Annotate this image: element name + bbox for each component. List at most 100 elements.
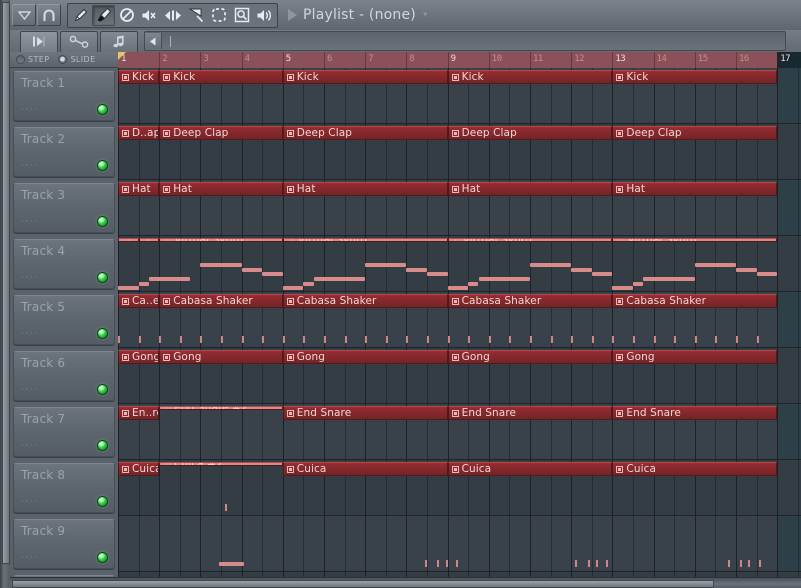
playlist-clip[interactable]: Hat xyxy=(612,182,778,196)
playlist-clip[interactable]: Kick xyxy=(447,70,613,84)
playlist-clip[interactable]: En..re xyxy=(118,406,160,420)
snap-magnet-button[interactable] xyxy=(37,4,61,26)
grid-beat-line xyxy=(633,68,634,578)
playlist-clip[interactable]: Cuica xyxy=(447,462,613,476)
delete-tool[interactable] xyxy=(115,5,138,26)
track-name-label[interactable]: Track 6 xyxy=(21,356,65,370)
hint-bar[interactable] xyxy=(144,31,786,51)
track-enable-led[interactable] xyxy=(97,272,108,283)
playlist-clip[interactable]: Deep Clap xyxy=(447,126,613,140)
track-header[interactable]: Track 8 ···· xyxy=(13,463,115,513)
playlist-clip[interactable]: ♫Virtual Synth xyxy=(612,238,778,242)
tab-score[interactable] xyxy=(100,30,138,52)
track-name-label[interactable]: Track 7 xyxy=(21,412,65,426)
playlist-clip[interactable]: ♫Virtual Synth xyxy=(447,238,613,242)
zoom-tool[interactable] xyxy=(230,5,253,26)
slip-tool[interactable] xyxy=(161,5,184,26)
playlist-clip[interactable]: End Snare xyxy=(282,406,448,420)
playlist-clip[interactable]: ♫ xyxy=(138,238,160,242)
playlist-clip[interactable]: ♫End Snare #2 xyxy=(159,406,283,410)
track-enable-led[interactable] xyxy=(97,104,108,115)
step-mode-radio[interactable] xyxy=(16,55,25,64)
paint-tool[interactable] xyxy=(92,4,115,26)
track-enable-led[interactable] xyxy=(97,160,108,171)
playlist-clip[interactable]: Cuica xyxy=(612,462,778,476)
track-header[interactable]: Track 1 ···· xyxy=(13,71,115,121)
pattern-icon xyxy=(163,73,171,81)
playlist-clip[interactable]: D..ap xyxy=(118,126,160,140)
playlist-clip[interactable]: Deep Clap xyxy=(159,126,283,140)
playlist-clip[interactable]: Gong xyxy=(118,350,160,364)
playlist-clip[interactable]: Gong xyxy=(159,350,283,364)
ruler-bar-number: 2 xyxy=(162,54,168,64)
track-enable-led[interactable] xyxy=(97,552,108,563)
playlist-clip[interactable]: Deep Clap xyxy=(282,126,448,140)
playlist-clip[interactable]: ♫Virtual Synth xyxy=(282,238,448,242)
playlist-clip[interactable]: Cabasa Shaker xyxy=(447,294,613,308)
playlist-clip[interactable]: End Snare xyxy=(612,406,778,420)
playlist-clip[interactable]: Cabasa Shaker xyxy=(612,294,778,308)
playlist-clip[interactable]: Hat xyxy=(118,182,160,196)
grid-beat-line xyxy=(303,68,305,578)
playlist-clip[interactable]: Kick xyxy=(159,70,283,84)
playlist-clip[interactable]: Kick xyxy=(282,70,448,84)
track-header[interactable]: Track 7 ···· xyxy=(13,407,115,457)
playlist-clip[interactable]: Gong xyxy=(282,350,448,364)
draw-tool[interactable] xyxy=(69,5,92,26)
mute-tool[interactable] xyxy=(138,5,161,26)
playback-tool[interactable] xyxy=(253,5,276,26)
playlist-clip[interactable]: Cuica xyxy=(118,462,160,476)
note-clip-icon: ♫ xyxy=(616,239,624,241)
track-enable-led[interactable] xyxy=(97,328,108,339)
track-header[interactable]: Track 5 ···· xyxy=(13,295,115,345)
playlist-clip[interactable]: Gong xyxy=(447,350,613,364)
track-name-label[interactable]: Track 1 xyxy=(21,76,65,90)
track-header[interactable]: Track 4 ···· xyxy=(13,239,115,289)
track-header[interactable]: Track 6 ···· xyxy=(13,351,115,401)
track-name-label[interactable]: Track 2 xyxy=(21,132,65,146)
track-enable-led[interactable] xyxy=(97,216,108,227)
slice-tool[interactable] xyxy=(184,5,207,26)
hint-back-button[interactable] xyxy=(145,33,162,49)
playlist-clip[interactable]: Hat xyxy=(447,182,613,196)
playlist-clip[interactable]: Hat xyxy=(282,182,448,196)
clip-name-label: Gong xyxy=(173,351,202,363)
track-name-label[interactable]: Track 9 xyxy=(21,524,65,538)
playlist-clip[interactable]: Hat xyxy=(159,182,283,196)
track-enable-led[interactable] xyxy=(97,496,108,507)
track-name-label[interactable]: Track 3 xyxy=(21,188,65,202)
playlist-grid[interactable]: Kick Kick Kick Kick Kick D..ap Deep Clap Deep C… xyxy=(118,68,801,578)
track-header[interactable]: Track 2 ···· xyxy=(13,127,115,177)
horizontal-scrollbar[interactable] xyxy=(10,577,801,588)
playlist-clip[interactable]: Cuica xyxy=(282,462,448,476)
playlist-clip[interactable]: ♫ xyxy=(118,238,139,242)
ruler-bar-tick xyxy=(653,52,655,68)
horizontal-scrollbar-thumb[interactable] xyxy=(12,580,714,588)
playlist-clip[interactable]: End Snare xyxy=(447,406,613,420)
track-enable-led[interactable] xyxy=(97,440,108,451)
playlist-clip[interactable]: ♫Cuica #2 xyxy=(159,462,283,466)
select-tool[interactable] xyxy=(207,5,230,26)
tab-automation[interactable] xyxy=(60,30,98,52)
timeline-ruler[interactable]: 1 2 3 4 5 6 7 8 9 10 11 12 13 14 15 16 17 xyxy=(118,52,801,69)
playlist-clip[interactable]: Ca..er xyxy=(118,294,160,308)
playlist-clip[interactable]: Cabasa Shaker xyxy=(282,294,448,308)
track-name-label[interactable]: Track 8 xyxy=(21,468,65,482)
playlist-clip[interactable]: Kick xyxy=(118,70,160,84)
playlist-clip[interactable]: Cabasa Shaker xyxy=(159,294,283,308)
playlist-clip[interactable]: Kick xyxy=(612,70,778,84)
track-enable-led[interactable] xyxy=(97,384,108,395)
playlist-clip[interactable]: Gong xyxy=(612,350,778,364)
vertical-scrollbar-thumb[interactable] xyxy=(2,2,10,564)
tab-snap-marker[interactable] xyxy=(20,30,58,52)
title-dropdown-caret-icon[interactable]: ▾ xyxy=(423,10,428,20)
ruler-bar-number: 13 xyxy=(615,54,626,64)
dropdown-menu-button[interactable] xyxy=(12,4,36,26)
track-header[interactable]: Track 9 ···· xyxy=(13,519,115,569)
track-header[interactable]: Track 3 ···· xyxy=(13,183,115,233)
playlist-clip[interactable]: Deep Clap xyxy=(612,126,778,140)
track-name-label[interactable]: Track 5 xyxy=(21,300,65,314)
track-name-label[interactable]: Track 4 xyxy=(21,244,65,258)
slide-mode-radio[interactable] xyxy=(58,55,68,64)
playlist-clip[interactable]: ♫Virtual Synth xyxy=(159,238,283,242)
